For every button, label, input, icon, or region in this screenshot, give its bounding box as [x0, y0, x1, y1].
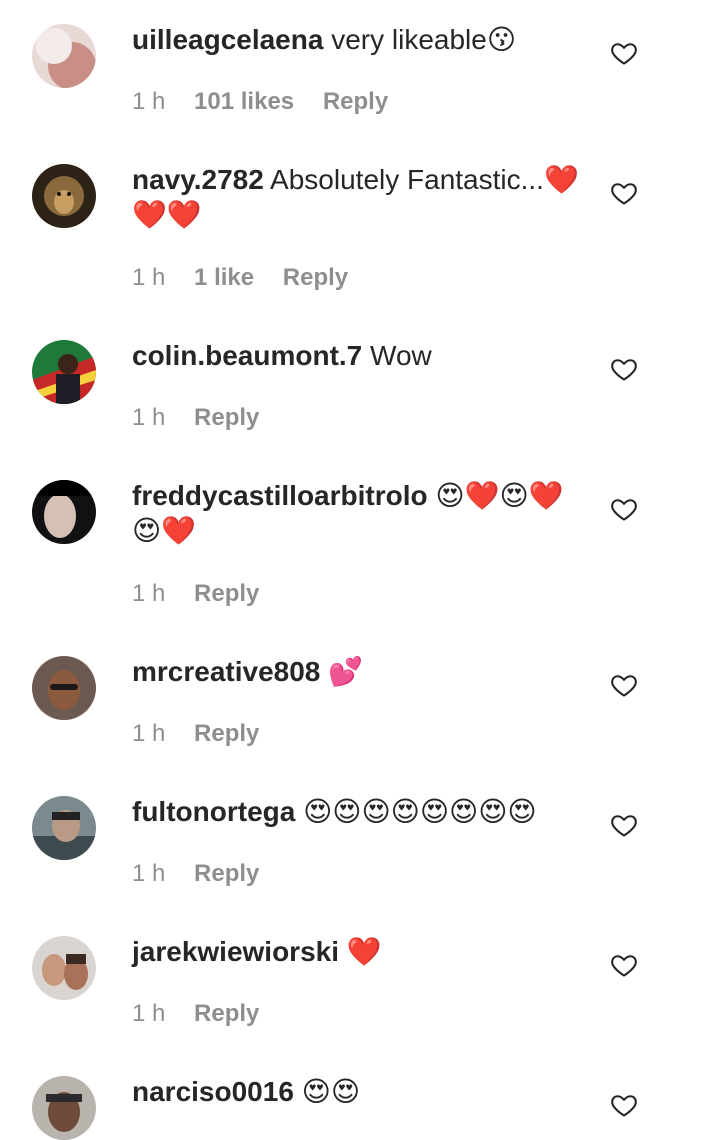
comment-text: jarekwiewiorski ❤️	[132, 934, 582, 969]
comment-time: 1 h	[132, 88, 166, 115]
avatar[interactable]	[32, 340, 96, 404]
reply-button[interactable]: Reply	[194, 580, 259, 607]
heart-outline-icon[interactable]	[610, 179, 638, 207]
comment-text: fultonortega 😍😍😍😍😍😍😍😍	[132, 794, 582, 829]
avatar[interactable]	[32, 164, 96, 228]
heart-outline-icon[interactable]	[610, 671, 638, 699]
comment-username[interactable]: fultonortega	[132, 796, 295, 827]
comment-username[interactable]: uilleagcelaena	[132, 24, 323, 55]
comment-username[interactable]: navy.2782	[132, 164, 264, 195]
comment-username[interactable]: mrcreative808	[132, 656, 320, 687]
comment-meta: 1 h Reply	[132, 720, 281, 748]
heart-outline-icon[interactable]	[610, 811, 638, 839]
comment-body: 💕	[328, 656, 364, 687]
comment-username[interactable]: jarekwiewiorski	[132, 936, 339, 967]
comment-likes[interactable]: 101 likes	[194, 88, 294, 115]
heart-outline-icon[interactable]	[610, 951, 638, 979]
comment-body: 😍😍😍😍😍😍😍😍	[303, 796, 537, 827]
comment-text: freddycastilloarbitrolo 😍❤️😍❤️😍❤️	[132, 478, 582, 548]
reply-button[interactable]: Reply	[194, 404, 259, 431]
reply-button[interactable]: Reply	[194, 1000, 259, 1027]
comment-text: narciso0016 😍😍	[132, 1074, 582, 1109]
comment-time: 1 h	[132, 720, 166, 747]
comment-username[interactable]: colin.beaumont.7	[132, 340, 362, 371]
comment-meta: 1 h Reply	[132, 860, 281, 888]
heart-outline-icon[interactable]	[610, 1091, 638, 1119]
comment-time: 1 h	[132, 1000, 166, 1027]
comment-body: ❤️	[346, 936, 382, 967]
reply-button[interactable]: Reply	[194, 860, 259, 887]
comment-meta: 1 h Reply	[132, 404, 281, 432]
comment-text: navy.2782 Absolutely Fantastic...❤️❤️❤️	[132, 162, 582, 232]
avatar[interactable]	[32, 480, 96, 544]
reply-button[interactable]: Reply	[194, 720, 259, 747]
comment-likes[interactable]: 1 like	[194, 264, 254, 291]
comment-text: colin.beaumont.7 Wow	[132, 338, 582, 373]
avatar[interactable]	[32, 1076, 96, 1140]
comment-meta: 1 h Reply	[132, 580, 281, 608]
comment-time: 1 h	[132, 580, 166, 607]
heart-outline-icon[interactable]	[610, 355, 638, 383]
comment-body: 😍😍	[301, 1076, 361, 1107]
comment-username[interactable]: freddycastilloarbitrolo	[132, 480, 428, 511]
comment-body: very likeable😗	[331, 24, 517, 55]
reply-button[interactable]: Reply	[323, 88, 388, 115]
heart-outline-icon[interactable]	[610, 495, 638, 523]
avatar[interactable]	[32, 936, 96, 1000]
reply-button[interactable]: Reply	[283, 264, 348, 291]
comment-username[interactable]: narciso0016	[132, 1076, 294, 1107]
comment-meta: 1 h 1 like Reply	[132, 264, 370, 292]
avatar[interactable]	[32, 796, 96, 860]
heart-outline-icon[interactable]	[610, 39, 638, 67]
avatar[interactable]	[32, 24, 96, 88]
avatar[interactable]	[32, 656, 96, 720]
comment-meta: 1 h Reply	[132, 1000, 281, 1028]
comment-body: Wow	[370, 340, 432, 371]
comment-time: 1 h	[132, 860, 166, 887]
comment-text: uilleagcelaena very likeable😗	[132, 22, 582, 57]
comment-text: mrcreative808 💕	[132, 654, 582, 689]
comment-time: 1 h	[132, 264, 166, 291]
comment-meta: 1 h 101 likes Reply	[132, 88, 410, 116]
comment-time: 1 h	[132, 404, 166, 431]
